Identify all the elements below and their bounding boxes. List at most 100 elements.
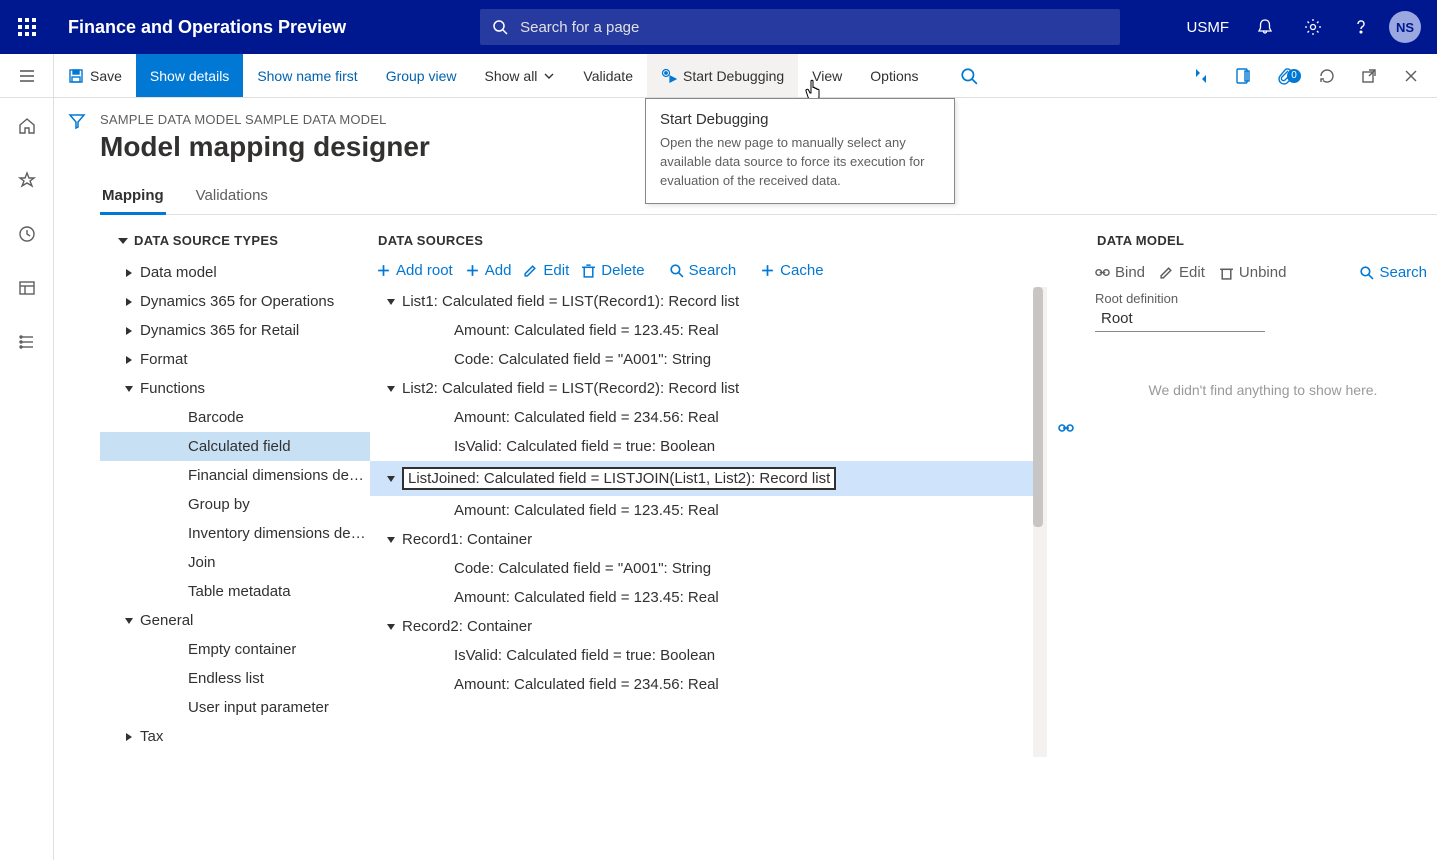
twisty-icon[interactable]: [170, 469, 184, 483]
global-search-input[interactable]: [520, 19, 1120, 36]
types-row[interactable]: Functions: [100, 374, 370, 403]
root-definition-value[interactable]: Root: [1095, 306, 1265, 332]
filter-icon[interactable]: [68, 112, 86, 860]
start-debugging-button[interactable]: Start Debugging: [647, 54, 798, 97]
home-icon[interactable]: [9, 108, 45, 144]
twisty-icon[interactable]: [436, 504, 450, 518]
types-row[interactable]: General: [100, 606, 370, 635]
twisty-icon[interactable]: [170, 701, 184, 715]
show-all-button[interactable]: Show all: [471, 54, 570, 97]
twisty-icon[interactable]: [384, 620, 398, 634]
workspaces-icon[interactable]: [9, 270, 45, 306]
twisty-icon[interactable]: [170, 527, 184, 541]
types-row[interactable]: Dynamics 365 for Operations: [100, 287, 370, 316]
tab-validations[interactable]: Validations: [194, 181, 270, 214]
group-view-button[interactable]: Group view: [372, 54, 471, 97]
chevron-down-icon[interactable]: [118, 236, 128, 246]
tab-mapping[interactable]: Mapping: [100, 181, 166, 214]
show-name-first-button[interactable]: Show name first: [243, 54, 371, 97]
twisty-icon[interactable]: [122, 266, 136, 280]
sources-row[interactable]: Amount: Calculated field = 123.45: Real: [370, 316, 1043, 345]
bind-button[interactable]: Bind: [1095, 264, 1145, 281]
company-code[interactable]: USMF: [1179, 19, 1238, 36]
link-icon[interactable]: [1058, 420, 1074, 860]
notifications-icon[interactable]: [1245, 0, 1285, 54]
types-row[interactable]: Tax: [100, 722, 370, 751]
sources-row[interactable]: Record2: Container: [370, 612, 1043, 641]
twisty-icon[interactable]: [436, 649, 450, 663]
twisty-icon[interactable]: [436, 591, 450, 605]
twisty-icon[interactable]: [170, 498, 184, 512]
sources-row[interactable]: Amount: Calculated field = 234.56: Real: [370, 403, 1043, 432]
twisty-icon[interactable]: [384, 382, 398, 396]
sources-row[interactable]: IsValid: Calculated field = true: Boolea…: [370, 432, 1043, 461]
twisty-icon[interactable]: [384, 295, 398, 309]
twisty-icon[interactable]: [436, 353, 450, 367]
types-row[interactable]: Financial dimensions details: [100, 461, 370, 490]
types-row[interactable]: Data model: [100, 258, 370, 287]
twisty-icon[interactable]: [436, 678, 450, 692]
cache-button[interactable]: Cache: [760, 262, 823, 279]
sources-row[interactable]: Code: Calculated field = "A001": String: [370, 345, 1043, 374]
model-edit-button[interactable]: Edit: [1159, 264, 1205, 281]
types-row[interactable]: User input parameter: [100, 693, 370, 722]
save-button[interactable]: Save: [54, 54, 136, 97]
user-avatar[interactable]: NS: [1389, 11, 1421, 43]
twisty-icon[interactable]: [122, 730, 136, 744]
twisty-icon[interactable]: [122, 324, 136, 338]
types-row[interactable]: Endless list: [100, 664, 370, 693]
modules-icon[interactable]: [9, 324, 45, 360]
edit-button[interactable]: Edit: [523, 262, 569, 279]
delete-button[interactable]: Delete: [581, 262, 644, 279]
sources-row[interactable]: List1: Calculated field = LIST(Record1):…: [370, 287, 1043, 316]
popout-icon[interactable]: [1351, 67, 1387, 85]
sources-row[interactable]: List2: Calculated field = LIST(Record2):…: [370, 374, 1043, 403]
twisty-icon[interactable]: [436, 562, 450, 576]
types-row[interactable]: Join: [100, 548, 370, 577]
twisty-icon[interactable]: [384, 472, 398, 486]
types-row[interactable]: Barcode: [100, 403, 370, 432]
show-details-button[interactable]: Show details: [136, 54, 243, 97]
twisty-icon[interactable]: [122, 353, 136, 367]
types-row[interactable]: Calculated field: [100, 432, 370, 461]
types-row[interactable]: Empty container: [100, 635, 370, 664]
twisty-icon[interactable]: [436, 324, 450, 338]
global-search[interactable]: [480, 9, 1120, 45]
sources-row[interactable]: Code: Calculated field = "A001": String: [370, 554, 1043, 583]
recent-icon[interactable]: [9, 216, 45, 252]
twisty-icon[interactable]: [122, 295, 136, 309]
twisty-icon[interactable]: [122, 382, 136, 396]
add-button[interactable]: Add: [465, 262, 512, 279]
waffle-icon[interactable]: [0, 0, 54, 54]
twisty-icon[interactable]: [436, 411, 450, 425]
twisty-icon[interactable]: [436, 440, 450, 454]
options-button[interactable]: Options: [856, 54, 932, 97]
connect-icon[interactable]: [1183, 67, 1219, 85]
unbind-button[interactable]: Unbind: [1219, 264, 1287, 281]
favorites-icon[interactable]: [9, 162, 45, 198]
hamburger-icon[interactable]: [0, 54, 54, 97]
sources-row[interactable]: Amount: Calculated field = 234.56: Real: [370, 670, 1043, 699]
twisty-icon[interactable]: [170, 411, 184, 425]
attachments-icon[interactable]: 0: [1267, 67, 1303, 85]
types-row[interactable]: Group by: [100, 490, 370, 519]
refresh-icon[interactable]: [1309, 67, 1345, 85]
scrollbar-thumb[interactable]: [1033, 287, 1043, 527]
sources-row[interactable]: IsValid: Calculated field = true: Boolea…: [370, 641, 1043, 670]
types-row[interactable]: Inventory dimensions details: [100, 519, 370, 548]
add-root-button[interactable]: Add root: [376, 262, 453, 279]
twisty-icon[interactable]: [384, 533, 398, 547]
sources-row[interactable]: Record1: Container: [370, 525, 1043, 554]
command-search-icon[interactable]: [951, 54, 987, 97]
types-row[interactable]: Table metadata: [100, 577, 370, 606]
types-row[interactable]: Format: [100, 345, 370, 374]
twisty-icon[interactable]: [170, 672, 184, 686]
types-row[interactable]: Dynamics 365 for Retail: [100, 316, 370, 345]
view-button[interactable]: View: [798, 54, 856, 97]
office-icon[interactable]: [1225, 67, 1261, 85]
twisty-icon[interactable]: [170, 556, 184, 570]
validate-button[interactable]: Validate: [569, 54, 647, 97]
sources-row[interactable]: Amount: Calculated field = 123.45: Real: [370, 583, 1043, 612]
twisty-icon[interactable]: [170, 585, 184, 599]
model-search-button[interactable]: Search: [1359, 264, 1427, 281]
